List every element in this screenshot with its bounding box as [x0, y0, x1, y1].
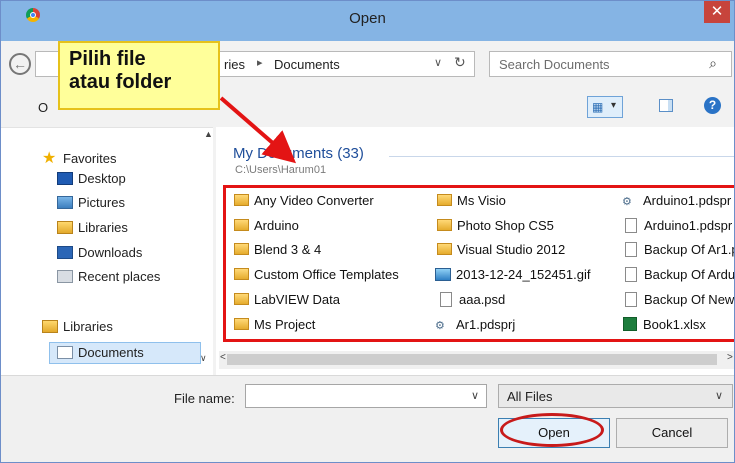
sidebar-item-label: Documents	[78, 345, 144, 360]
libraries-icon	[42, 320, 58, 333]
scroll-left-icon[interactable]: <	[220, 352, 226, 363]
sidebar-item-libraries[interactable]: Libraries	[57, 220, 128, 242]
desktop-icon	[57, 172, 73, 185]
help-icon[interactable]: ?	[704, 97, 721, 114]
close-button[interactable]: ✕	[704, 1, 730, 23]
cancel-button[interactable]: Cancel	[616, 418, 728, 448]
sidebar-item-recent-places[interactable]: Recent places	[57, 269, 160, 291]
scroll-right-icon[interactable]: >	[727, 352, 733, 363]
breadcrumb-documents[interactable]: Documents	[274, 57, 340, 72]
file-name-dropdown-icon[interactable]: ∨	[471, 389, 479, 402]
back-arrow-icon: ←	[13, 56, 27, 72]
star-icon: ★	[42, 150, 57, 167]
sidebar-item-label: Recent places	[78, 269, 161, 284]
search-input[interactable]: Search Documents ⌕	[489, 51, 732, 77]
file-type-value: All Files	[507, 389, 553, 404]
address-dropdown-icon[interactable]: ∨	[434, 56, 442, 69]
change-view-button[interactable]: ▦ ▾	[587, 96, 623, 118]
scrollbar-thumb[interactable]	[227, 354, 717, 365]
view-grid-icon: ▦	[592, 100, 604, 114]
sidebar-item-label: Downloads	[78, 245, 143, 260]
file-list-highlight	[223, 185, 734, 342]
pictures-icon	[57, 196, 73, 209]
scroll-down-icon[interactable]: ∨	[200, 353, 207, 364]
sidebar-item-label: Libraries	[78, 220, 128, 235]
open-button-highlight	[500, 413, 604, 447]
refresh-icon[interactable]: ↻	[454, 54, 466, 71]
recent-places-icon	[57, 270, 73, 283]
navigation-scrollbar[interactable]: ▲	[204, 129, 213, 375]
title-bar: Open ✕	[1, 1, 734, 41]
callout-line-2: atau folder	[69, 71, 172, 93]
sidebar-item-label: Desktop	[78, 171, 126, 186]
scroll-up-icon[interactable]: ▲	[204, 129, 213, 139]
annotation-callout: Pilih file atau folder	[58, 41, 220, 110]
sidebar-item-downloads[interactable]: Downloads	[57, 245, 142, 267]
libraries-icon	[57, 221, 73, 234]
navigation-pane: ★ Favorites Desktop Pictures Libraries Do…	[1, 127, 213, 376]
downloads-icon	[57, 246, 73, 259]
group-path: C:\Users\Harum01	[235, 164, 327, 176]
preview-pane-icon[interactable]	[659, 99, 673, 112]
breadcrumb-separator-icon: ▸	[257, 57, 263, 69]
sidebar-item-documents[interactable]: Documents	[49, 342, 201, 364]
group-header[interactable]: My Documents (33)	[233, 145, 364, 162]
horizontal-scrollbar[interactable]: < >	[219, 351, 734, 369]
dialog-footer: File name: ∨ All Files ∨ Open Cancel	[1, 375, 734, 462]
back-button[interactable]: ←	[9, 53, 31, 75]
chevron-down-icon: ∨	[714, 390, 723, 402]
sidebar-item-pictures[interactable]: Pictures	[57, 195, 125, 217]
file-name-label: File name:	[174, 391, 235, 406]
sidebar-item-favorites[interactable]: ★ Favorites	[42, 148, 116, 170]
organize-button[interactable]: O	[38, 100, 48, 115]
callout-text: Pilih file atau folder	[69, 48, 171, 94]
group-divider	[389, 156, 734, 157]
documents-icon	[57, 346, 73, 359]
sidebar-item-desktop[interactable]: Desktop	[57, 171, 126, 193]
file-name-field[interactable]: ∨	[245, 384, 487, 408]
search-icon[interactable]: ⌕	[709, 55, 717, 72]
search-placeholder: Search Documents	[499, 57, 610, 72]
view-dropdown-icon[interactable]: ▾	[611, 100, 616, 111]
file-type-select[interactable]: All Files ∨	[498, 384, 733, 408]
callout-line-1: Pilih file	[69, 48, 146, 70]
sidebar-item-label: Pictures	[78, 195, 125, 210]
breadcrumb-libraries[interactable]: ries	[224, 57, 245, 72]
sidebar-item-label: Favorites	[63, 151, 117, 166]
dialog-title: Open	[349, 10, 386, 27]
sidebar-item-label: Libraries	[63, 319, 113, 334]
sidebar-item-libraries-group[interactable]: Libraries	[42, 319, 113, 341]
